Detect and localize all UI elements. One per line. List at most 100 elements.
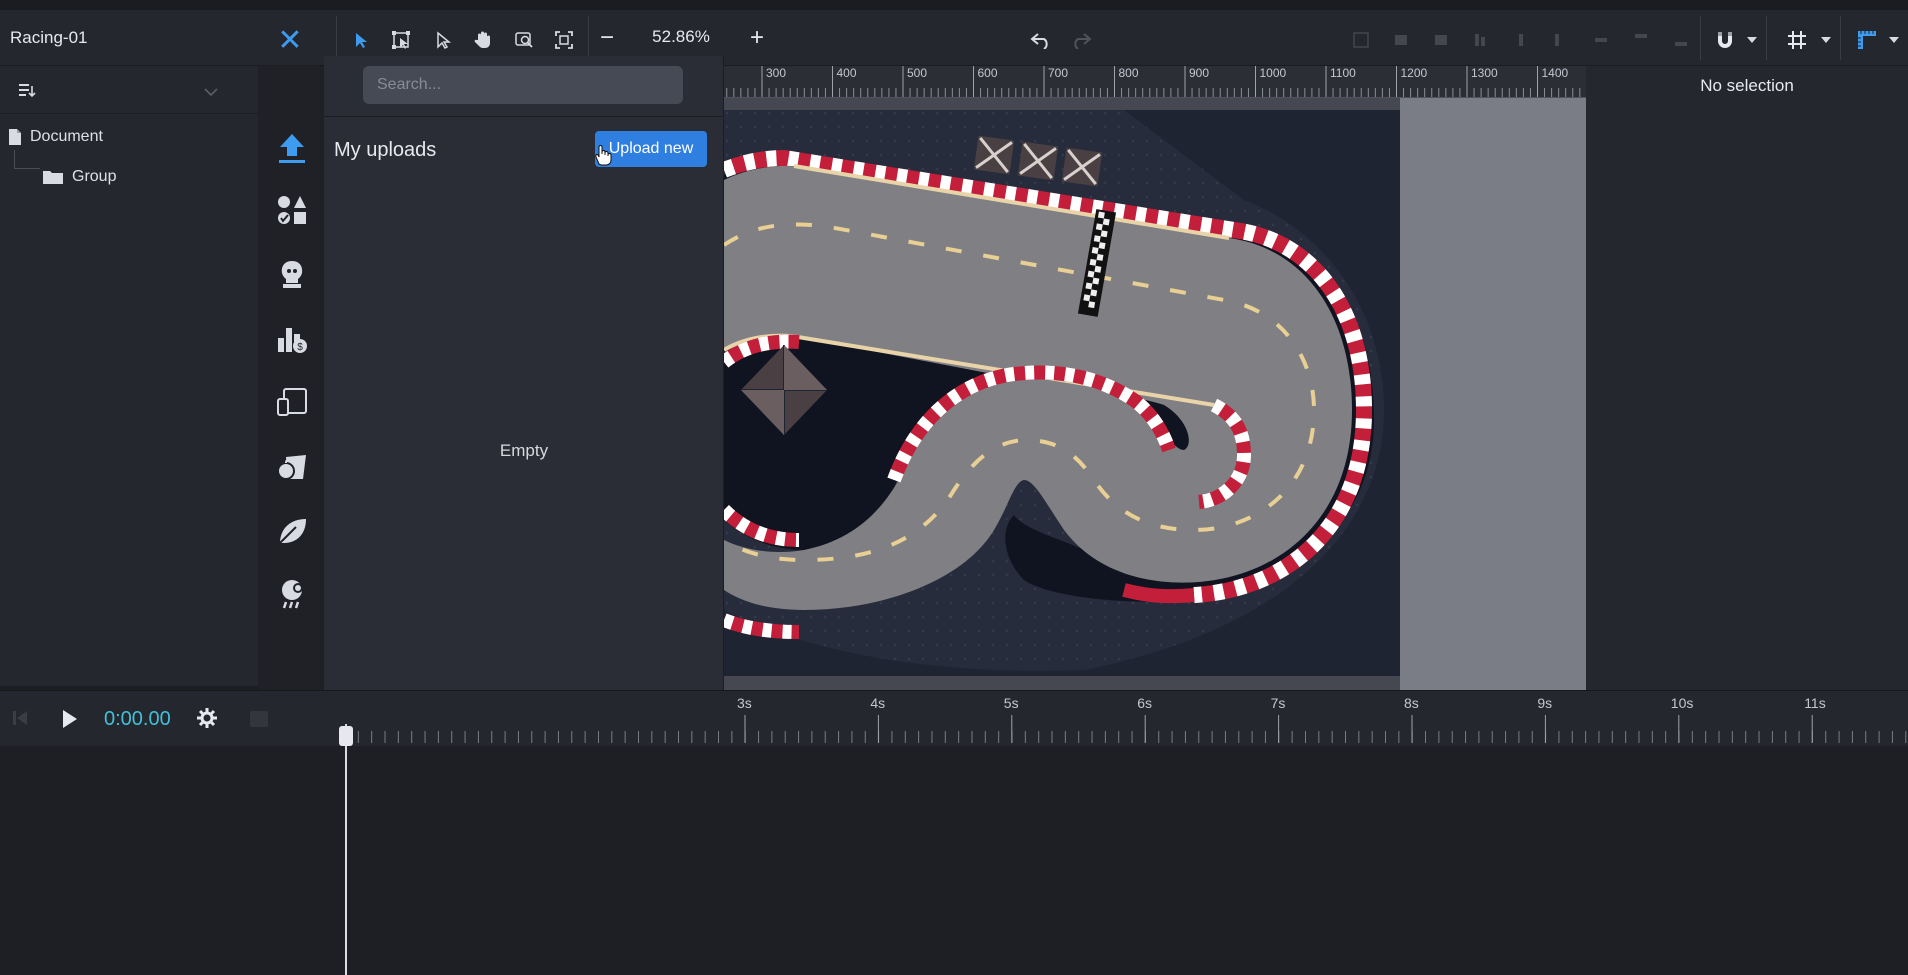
properties-panel: No selection (1586, 66, 1908, 690)
select-icon[interactable] (348, 27, 374, 53)
ruler-label: 500 (907, 66, 928, 80)
shapes-icon[interactable] (276, 194, 308, 226)
direct-select-icon[interactable] (430, 27, 456, 53)
tree-connector (14, 168, 40, 169)
tree-item-label: Document (30, 128, 103, 145)
timeline-label: 11s (1804, 695, 1826, 711)
keyframe-icon[interactable] (250, 711, 268, 727)
timeline-panel: 0:00.00 3s 4s 5s 6s 7s 8s 9s 10s 11s (0, 690, 1908, 975)
search-input[interactable] (363, 66, 683, 104)
tree-connector (14, 150, 15, 168)
playhead-handle[interactable] (339, 726, 353, 746)
zoom-out-button[interactable]: − (592, 24, 622, 54)
timeline-label: 8s (1404, 695, 1419, 711)
transform-icon[interactable] (388, 27, 414, 53)
align-icon[interactable] (1508, 27, 1534, 53)
canvas-pasteboard (1400, 98, 1586, 690)
weather-icon[interactable] (276, 578, 308, 610)
document-title: Racing-01 (10, 28, 88, 47)
race-track-illustration (724, 110, 1400, 676)
ruler-label: 1300 (1471, 66, 1498, 80)
window-top-strip (0, 0, 1908, 10)
asset-category-rail: $ (258, 66, 324, 722)
top-toolbar: Racing-01 ✕ − 52.86% + (0, 10, 1908, 66)
fit-screen-icon[interactable] (551, 27, 577, 53)
sort-layers-icon[interactable] (18, 82, 36, 103)
timeline-label: 4s (870, 695, 886, 711)
character-icon[interactable] (276, 258, 308, 290)
ruler-label: 1200 (1400, 66, 1428, 80)
tree-item-group[interactable]: Group (42, 168, 116, 186)
panel-divider (324, 116, 724, 117)
ruler-icon[interactable] (1854, 27, 1880, 53)
grid-icon[interactable] (1784, 27, 1810, 53)
panel-title: My uploads (334, 139, 437, 161)
hand-icon[interactable] (470, 27, 496, 53)
undo-icon[interactable] (1028, 27, 1054, 53)
align-icon[interactable] (1588, 27, 1614, 53)
timeline-controls: 0:00.00 3s 4s 5s 6s 7s 8s 9s 10s 11s (0, 690, 1908, 746)
ruler-label: 1000 (1259, 66, 1287, 80)
file-icon (9, 129, 21, 145)
toolbar-divider (1766, 16, 1767, 60)
layers-header (0, 66, 260, 114)
ruler-label: 900 (1189, 66, 1210, 80)
current-time[interactable]: 0:00.00 (104, 708, 171, 731)
timeline-label: 6s (1137, 695, 1152, 711)
timeline-ruler[interactable]: 3s 4s 5s 6s 7s 8s 9s 10s 11s (340, 691, 1908, 747)
ruler-label: 1100 (1330, 66, 1356, 80)
ruler-label: 700 (1048, 66, 1069, 80)
tree-item-label: Group (72, 168, 117, 185)
upload-icon[interactable] (276, 132, 308, 164)
toolbar-divider (1700, 16, 1701, 60)
align-icon[interactable] (1428, 27, 1454, 53)
layers-panel: Document Group (0, 66, 260, 686)
zoom-in-button[interactable]: + (742, 24, 772, 54)
svg-text:$: $ (297, 342, 303, 353)
align-icon[interactable] (1628, 27, 1654, 53)
redo-icon[interactable] (1068, 27, 1094, 53)
hand-cursor-icon (594, 144, 612, 171)
chevron-down-icon[interactable] (1886, 27, 1902, 53)
play-icon[interactable] (62, 709, 78, 734)
ruler-label: 300 (766, 66, 787, 80)
devices-icon[interactable] (276, 386, 308, 418)
folder-icon (43, 171, 63, 184)
empty-state-text: Empty (499, 441, 549, 460)
toolbar-divider (336, 16, 337, 60)
horizontal-ruler: 300 400 500 600 700 800 900 1000 1100 1200 1300 140… (724, 66, 1586, 98)
gear-icon[interactable] (196, 707, 218, 734)
timeline-label: 10s (1670, 695, 1694, 711)
timeline-label: 9s (1537, 695, 1553, 711)
playhead-line[interactable] (345, 724, 347, 975)
toolbar-divider (1840, 16, 1841, 60)
racing-track-artboard[interactable] (724, 110, 1400, 676)
zoom-area-icon[interactable] (511, 27, 537, 53)
toolbar-divider (588, 16, 589, 60)
align-icon[interactable] (1548, 27, 1574, 53)
timeline-label: 5s (1003, 695, 1019, 711)
close-panel-icon[interactable]: ✕ (272, 24, 308, 60)
timeline-label: 7s (1270, 695, 1286, 711)
finance-icon[interactable]: $ (276, 322, 308, 354)
align-icon[interactable] (1388, 27, 1414, 53)
zoom-level[interactable]: 52.86% (641, 27, 721, 47)
ruler-label: 400 (836, 66, 857, 80)
align-icon[interactable] (1348, 27, 1374, 53)
chevron-down-icon[interactable] (1818, 27, 1834, 53)
chevron-down-icon[interactable] (204, 84, 218, 102)
skip-back-icon[interactable] (12, 709, 28, 732)
nature-icon[interactable] (276, 514, 308, 546)
ruler-label: 1400 (1541, 66, 1569, 80)
align-icon[interactable] (1668, 27, 1694, 53)
no-selection-label: No selection (1700, 76, 1794, 95)
align-icon[interactable] (1468, 27, 1494, 53)
magnet-snap-icon[interactable] (1712, 27, 1738, 53)
chevron-down-icon[interactable] (1744, 27, 1760, 53)
uploads-panel: My uploads Upload new Empty (324, 56, 724, 722)
ruler-label: 600 (977, 66, 998, 80)
tree-item-document[interactable]: Document (8, 128, 103, 146)
ruler-label: 800 (1118, 66, 1139, 80)
timeline-label: 3s (737, 695, 752, 711)
food-icon[interactable] (276, 450, 308, 482)
